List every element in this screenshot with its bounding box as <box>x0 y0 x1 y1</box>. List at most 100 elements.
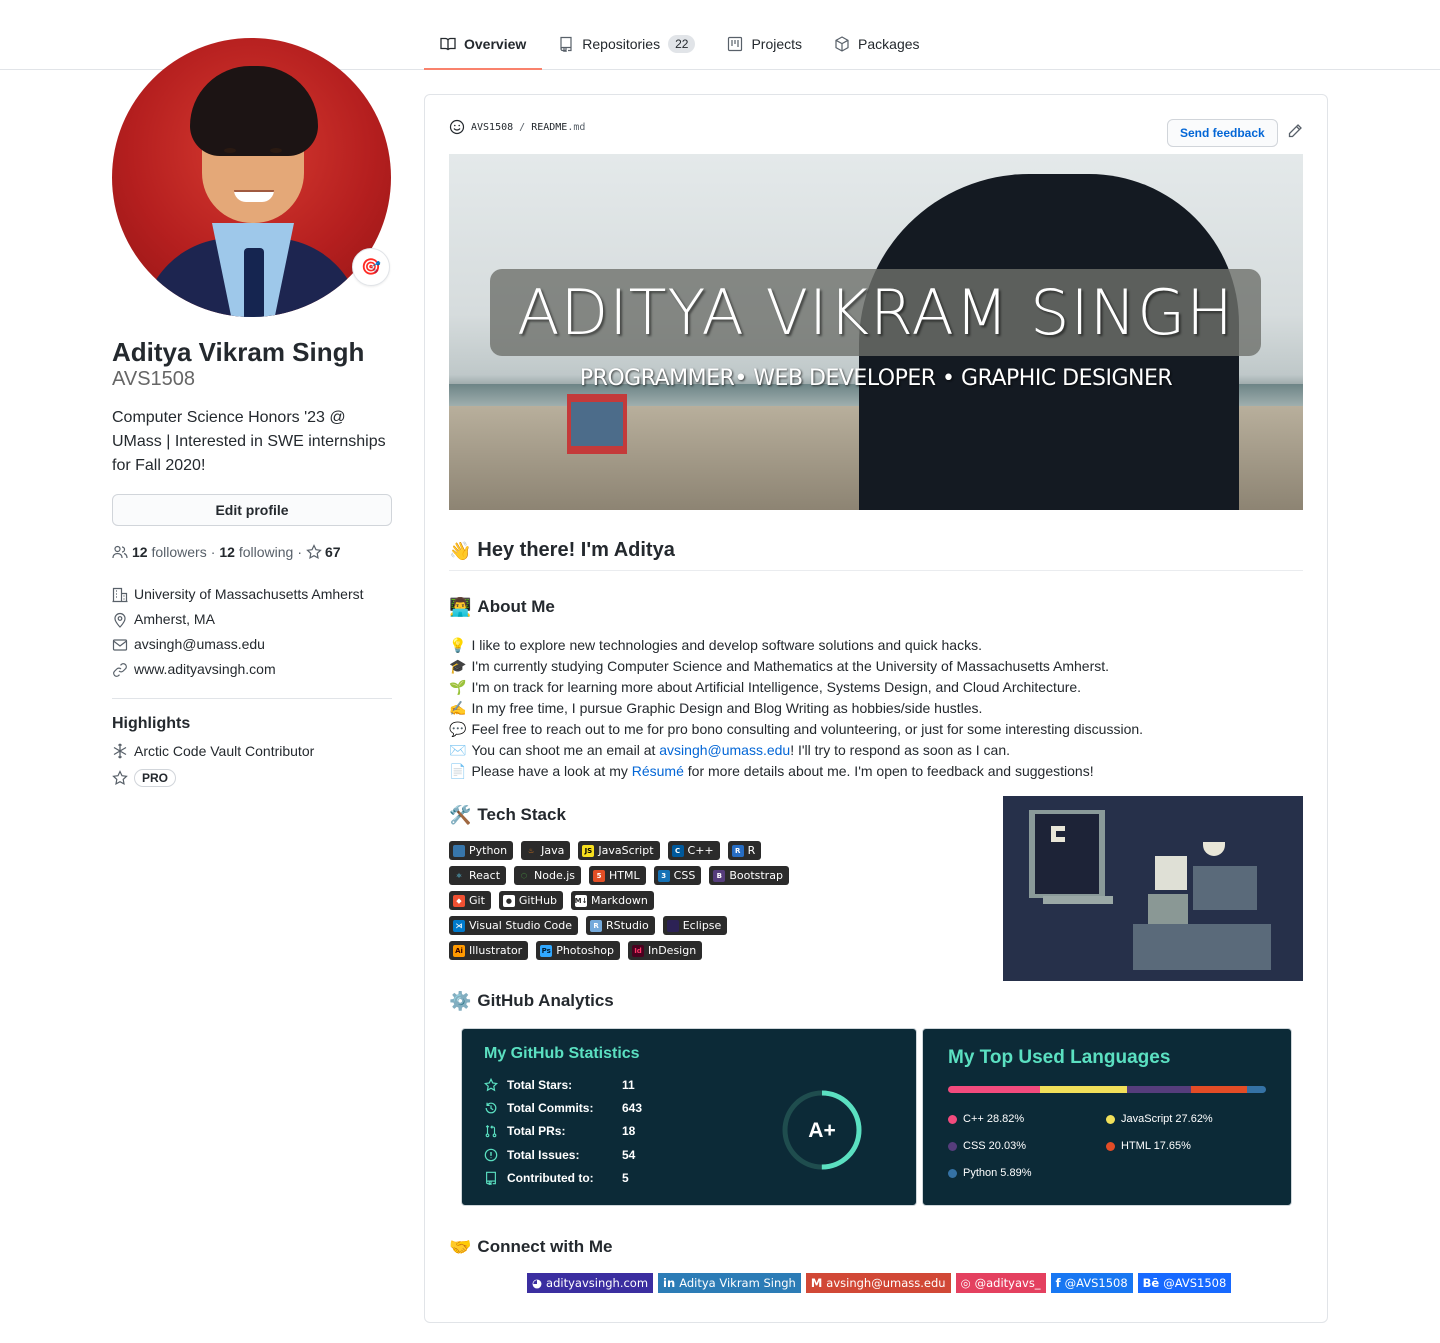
star-icon <box>112 770 128 786</box>
java-icon: ♨ <box>525 844 538 857</box>
about-item: 💬 Feel free to reach out to me for pro bo… <box>449 719 1143 740</box>
stat-row: Total Commits: 643 <box>484 1101 642 1115</box>
website-item[interactable]: www.adityavsingh.com <box>112 657 392 682</box>
separator: · <box>210 544 216 560</box>
tech-badge-label: R <box>747 844 756 857</box>
page-icon: 📄 <box>449 763 467 779</box>
highlight-arctic-vault[interactable]: Arctic Code Vault Contributor <box>112 743 392 759</box>
language-bar-segment-css <box>1127 1086 1192 1093</box>
following-count: 12 <box>219 544 235 560</box>
tech-badge-rstudio[interactable]: R RStudio <box>586 916 655 935</box>
resume-link[interactable]: Résumé <box>632 763 684 779</box>
tab-projects[interactable]: Projects <box>711 24 818 64</box>
tech-badge-indesign[interactable]: Id InDesign <box>628 941 703 960</box>
readme-file-link[interactable]: README.md <box>531 122 585 133</box>
git-icon: ◆ <box>453 894 465 907</box>
following-link[interactable]: 12 following <box>219 544 293 560</box>
tech-badge-node-js[interactable]: ⬡ Node.js <box>514 866 582 885</box>
avatar-tie <box>244 248 264 317</box>
sidebar-divider <box>112 698 392 699</box>
location-text: Amherst, MA <box>134 611 215 627</box>
tech-badge-label: JavaScript <box>598 844 654 857</box>
status-badge[interactable]: 🎯 <box>352 248 390 286</box>
website-link[interactable]: www.adityavsingh.com <box>134 657 276 682</box>
book-icon <box>440 37 456 51</box>
graduation-cap-icon: 🎓 <box>449 658 467 674</box>
website-badge[interactable]: ◕ adityavsingh.com <box>527 1273 654 1293</box>
tech-badge-eclipse[interactable]: Eclipse <box>662 916 728 935</box>
tech-badge-github[interactable]: ● GitHub <box>498 891 564 910</box>
tech-badge-label: GitHub <box>518 894 558 907</box>
stat-label: Total Stars: <box>507 1078 573 1092</box>
readme-owner-link[interactable]: AVS1508 <box>471 122 513 133</box>
behance-icon: Bē <box>1142 1276 1160 1290</box>
tech-badge-java[interactable]: ♨ Java <box>521 841 571 860</box>
about-item: ✉️ You can shoot me an email at avsingh@u… <box>449 740 1143 761</box>
about-text: I like to explore new technologies and d… <box>471 637 982 653</box>
tab-overview[interactable]: Overview <box>424 24 543 70</box>
r-icon: R <box>731 844 744 857</box>
tech-badge-python[interactable]: Python <box>449 841 514 860</box>
stat-value: 643 <box>622 1101 643 1115</box>
about-text: You can shoot me an email at <box>471 742 660 758</box>
pro-badge: PRO <box>134 769 177 787</box>
tech-badge-row: ⋊ Visual Studio Code R RStudio Eclipse <box>449 916 809 935</box>
email-item[interactable]: avsingh@umass.edu <box>112 632 392 657</box>
tech-badge-photoshop[interactable]: Ps Photoshop <box>536 941 620 960</box>
rank-ring: A+ <box>782 1090 862 1170</box>
tech-badge-css[interactable]: 3 CSS <box>653 866 702 885</box>
social-badge-label: @adityavs_ <box>974 1276 1041 1290</box>
tech-stack-badges: Python ♨ Java JS JavaScript C C++ R R ⚛ React ⬡ Node… <box>449 841 809 966</box>
highlights-title: Highlights <box>112 715 191 732</box>
readme-path: AVS1508 / README.md <box>449 119 585 135</box>
stat-value: 54 <box>622 1148 636 1162</box>
tech-badge-label: Node.js <box>534 869 576 882</box>
tech-badge-visual-studio-code[interactable]: ⋊ Visual Studio Code <box>449 916 579 935</box>
email-inline-link[interactable]: avsingh@umass.edu <box>659 742 790 758</box>
stat-value: 18 <box>622 1124 636 1138</box>
social-badge-label: Aditya Vikram Singh <box>679 1276 796 1290</box>
indesign-icon: Id <box>632 944 644 957</box>
edit-profile-button[interactable]: Edit profile <box>112 494 392 526</box>
tech-badge-react[interactable]: ⚛ React <box>449 866 507 885</box>
tech-badge-label: Python <box>469 844 508 857</box>
tech-badge-illustrator[interactable]: Ai Illustrator <box>449 941 529 960</box>
pixel-monitor <box>1193 866 1257 910</box>
tech-badge-html[interactable]: 5 HTML <box>589 866 646 885</box>
profile-sidebar: 🎯 Aditya Vikram Singh AVS1508 Computer S… <box>112 38 392 787</box>
send-feedback-button[interactable]: Send feedback <box>1167 119 1278 147</box>
languages-card-title: My Top Used Languages <box>948 1047 1171 1068</box>
followers-count: 12 <box>132 544 148 560</box>
behance-badge[interactable]: Bē @AVS1508 <box>1137 1273 1232 1293</box>
social-badge-label: @AVS1508 <box>1163 1276 1227 1290</box>
tech-badge-label: React <box>469 869 501 882</box>
tech-badge-javascript[interactable]: JS JavaScript <box>578 841 660 860</box>
followers-link[interactable]: 12 followers <box>132 544 207 560</box>
link-icon <box>113 662 127 677</box>
instagram-badge[interactable]: ◎ @adityavs_ <box>955 1273 1046 1293</box>
gmail-badge[interactable]: Mavsingh@umass.edu <box>805 1273 951 1293</box>
pencil-icon[interactable] <box>1287 123 1303 139</box>
profile-details: University of Massachusetts Amherst Amhe… <box>112 582 392 682</box>
about-text: for more details about me. I'm open to f… <box>683 763 1094 779</box>
stat-value: 11 <box>622 1078 635 1092</box>
tech-badge-markdown[interactable]: M↓ Markdown <box>571 891 654 910</box>
tech-badge-bootstrap[interactable]: B Bootstrap <box>709 866 789 885</box>
connect-heading: 🤝 Connect with Me <box>449 1237 612 1257</box>
issue-icon <box>484 1148 498 1162</box>
tech-badge-git[interactable]: ◆ Git <box>449 891 491 910</box>
tab-packages[interactable]: Packages <box>818 24 935 64</box>
tech-badge-c[interactable]: C C++ <box>667 841 720 860</box>
linkedin-badge[interactable]: in Aditya Vikram Singh <box>658 1273 801 1293</box>
node-js-icon: ⬡ <box>518 869 531 882</box>
pixel-night-sky <box>1035 814 1099 894</box>
stars-link[interactable]: 67 <box>306 544 341 560</box>
avatar[interactable] <box>112 38 391 317</box>
analytics-heading: ⚙️ GitHub Analytics <box>449 991 614 1011</box>
pixel-person-body <box>1148 894 1188 924</box>
tab-repositories[interactable]: Repositories 22 <box>542 24 711 64</box>
tech-badge-r[interactable]: RR <box>727 841 762 860</box>
facebook-badge[interactable]: f @AVS1508 <box>1050 1273 1133 1293</box>
email-link[interactable]: avsingh@umass.edu <box>134 632 265 657</box>
snowflake-icon <box>113 743 127 759</box>
